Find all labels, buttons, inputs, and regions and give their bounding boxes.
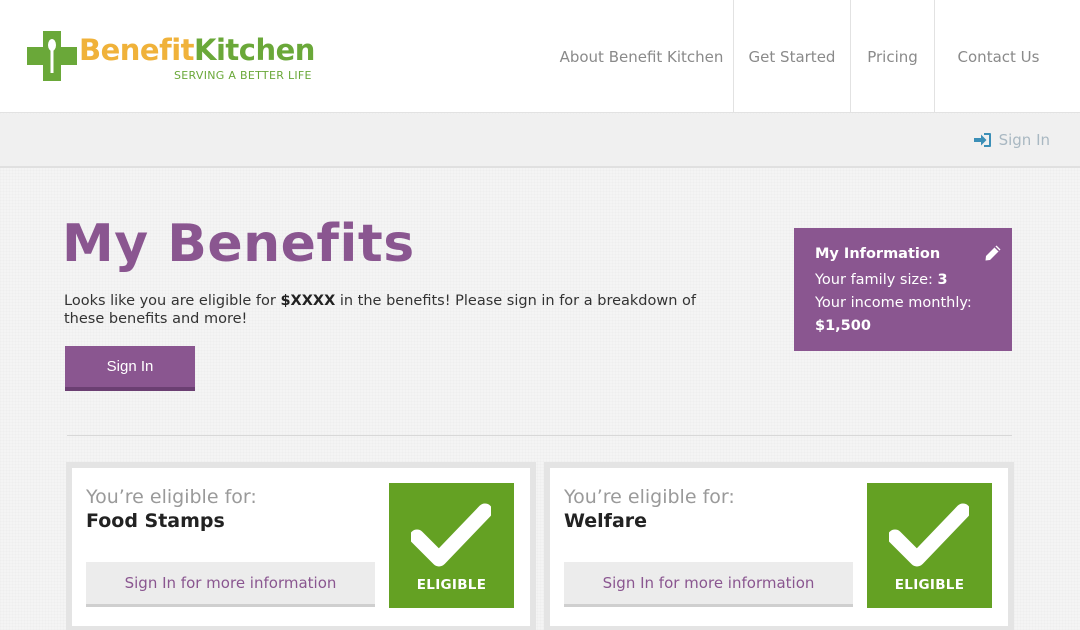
header-sign-in-link[interactable]: Sign In — [973, 131, 1050, 149]
section-divider — [67, 435, 1012, 436]
family-size-label: Your family size: — [815, 272, 938, 288]
eligible-badge-label: ELIGIBLE — [416, 577, 487, 593]
benefit-card-welfare: You’re eligible for: Welfare Sign In for… — [544, 462, 1014, 630]
eligibility-intro: Looks like you are eligible for $XXXX in… — [64, 292, 714, 328]
intro-amount: $XXXX — [280, 293, 336, 309]
header-sign-in-label: Sign In — [998, 131, 1050, 149]
nav-get-started[interactable]: Get Started — [733, 0, 850, 113]
eligible-badge: ELIGIBLE — [389, 483, 514, 608]
income-value: $1,500 — [815, 318, 871, 334]
eligible-badge: ELIGIBLE — [867, 483, 992, 608]
nav-pricing[interactable]: Pricing — [850, 0, 934, 113]
logo-tagline: SERVING A BETTER LIFE — [174, 69, 312, 82]
pencil-icon[interactable] — [984, 244, 1002, 266]
card-benefit-name: Food Stamps — [86, 510, 225, 532]
logo-word-benefit: Benefit — [79, 33, 195, 67]
eligible-badge-label: ELIGIBLE — [894, 577, 965, 593]
page-title: My Benefits — [62, 214, 415, 274]
card-benefit-name: Welfare — [564, 510, 648, 532]
family-size-line: Your family size: 3 — [815, 269, 1012, 292]
income-label: Your income monthly: — [815, 295, 972, 311]
card-eligible-label: You’re eligible for: — [86, 486, 257, 508]
logo-cross-icon — [27, 31, 77, 81]
logo-wordmark: BenefitKitchen — [79, 33, 315, 67]
site-header: BenefitKitchen SERVING A BETTER LIFE Abo… — [0, 0, 1080, 113]
main-nav: About Benefit Kitchen Get Started Pricin… — [550, 0, 1080, 113]
sign-in-button[interactable]: Sign In — [65, 346, 195, 391]
sign-in-icon — [973, 133, 991, 147]
nav-contact-us[interactable]: Contact Us — [934, 0, 1080, 113]
card-eligible-label: You’re eligible for: — [564, 486, 735, 508]
account-bar: Sign In — [0, 114, 1080, 168]
intro-text-before: Looks like you are eligible for — [64, 293, 281, 309]
card-sign-in-link[interactable]: Sign In for more information — [86, 562, 375, 607]
nav-about[interactable]: About Benefit Kitchen — [550, 0, 733, 113]
logo-word-kitchen: Kitchen — [194, 33, 315, 67]
card-sign-in-link[interactable]: Sign In for more information — [564, 562, 853, 607]
checkmark-icon — [411, 503, 491, 567]
checkmark-icon — [889, 503, 969, 567]
benefit-kitchen-logo[interactable]: BenefitKitchen SERVING A BETTER LIFE — [27, 31, 327, 87]
family-size-value: 3 — [937, 272, 948, 288]
benefit-card-food-stamps: You’re eligible for: Food Stamps Sign In… — [66, 462, 536, 630]
info-title: My Information — [815, 246, 941, 262]
my-information-panel: My Information Your family size: 3 Your … — [794, 228, 1012, 351]
